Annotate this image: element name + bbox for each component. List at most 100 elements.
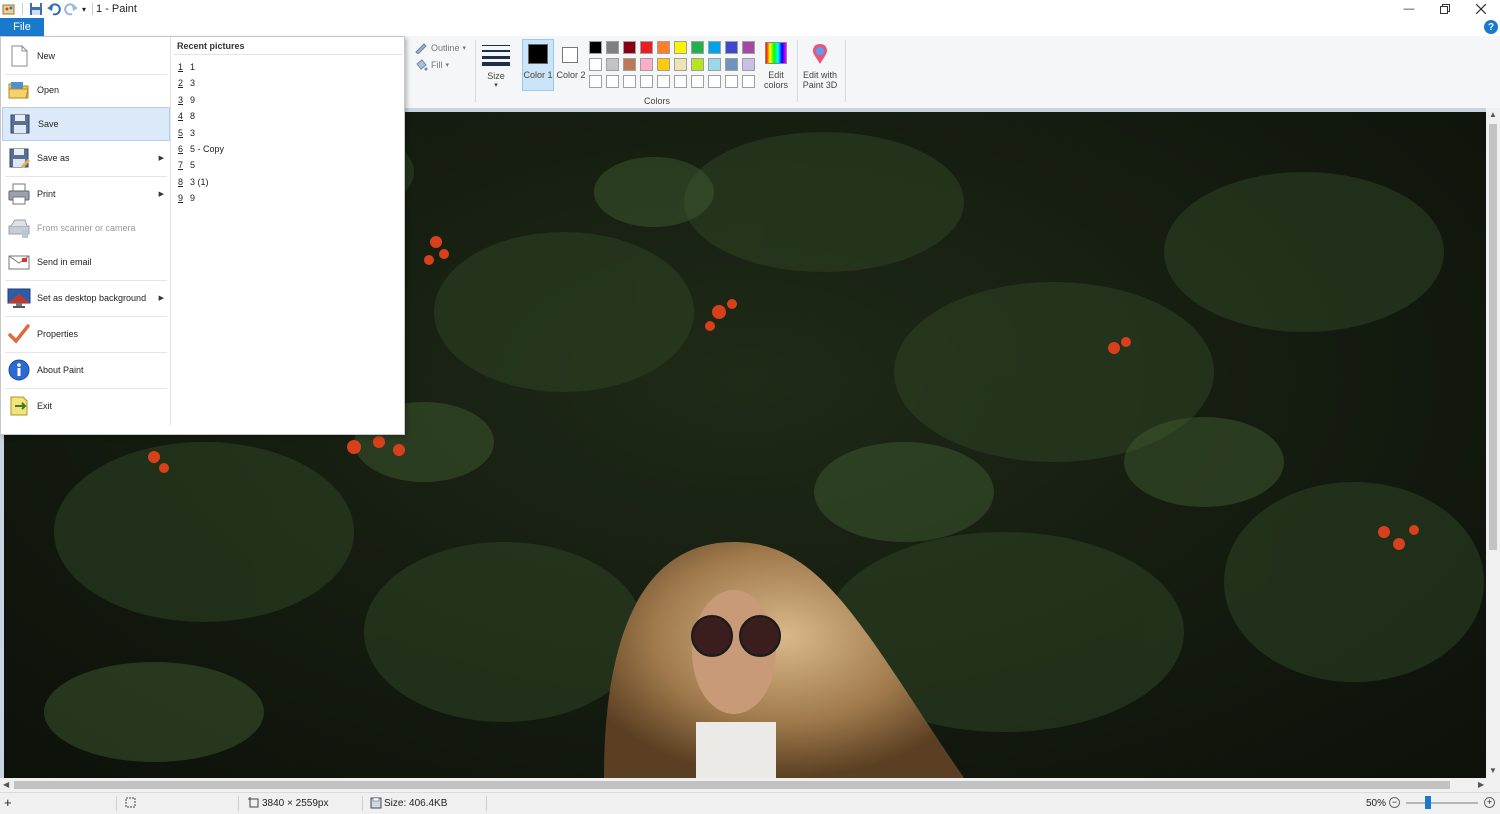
zoom-out-button[interactable]: − (1389, 797, 1400, 808)
palette-swatch[interactable] (691, 75, 704, 88)
palette-swatch[interactable] (657, 75, 670, 88)
color1-button[interactable]: Color 1 (522, 39, 554, 91)
recent-picture-item[interactable]: 53 (178, 126, 195, 140)
close-button[interactable] (1464, 0, 1498, 18)
color2-button[interactable]: Color 2 (556, 39, 586, 91)
palette-swatch[interactable] (589, 41, 602, 54)
recent-picture-item[interactable]: 23 (178, 76, 195, 90)
zoom-slider[interactable] (1406, 796, 1478, 809)
quick-access-toolbar: ▾ (2, 1, 94, 17)
fill-button[interactable]: Fill ▾ (414, 59, 449, 71)
recent-picture-number: 2 (178, 78, 184, 89)
horizontal-scrollbar[interactable]: ◀ ▶ (0, 778, 1500, 792)
menu-item-set-desktop-background[interactable]: Set as desktop background ▶ (2, 281, 170, 315)
menu-item-save-as[interactable]: Save as ▶ (2, 141, 170, 175)
palette-swatch[interactable] (708, 75, 721, 88)
plus-icon: + (1486, 797, 1493, 807)
open-folder-icon (8, 82, 29, 99)
menu-item-label: Exit (37, 401, 53, 411)
palette-swatch[interactable] (691, 41, 704, 54)
file-menu: New Open Save Save as ▶ Print ▶ From sca… (0, 36, 405, 435)
palette-swatch[interactable] (725, 75, 738, 88)
restore-button[interactable] (1428, 0, 1462, 18)
vertical-scroll-thumb[interactable] (1489, 124, 1497, 550)
recent-picture-item[interactable]: 8 3 (1) (178, 175, 209, 189)
palette-swatch[interactable] (640, 41, 653, 54)
palette-swatch[interactable] (623, 58, 636, 71)
palette-swatch[interactable] (674, 41, 687, 54)
palette-swatch[interactable] (640, 75, 653, 88)
palette-swatch[interactable] (725, 41, 738, 54)
palette-swatch[interactable] (623, 75, 636, 88)
outline-label: Outline (431, 43, 460, 53)
edit-with-paint3d-button[interactable]: Edit with Paint 3D (800, 39, 840, 93)
recent-picture-name: 5 (190, 160, 196, 171)
undo-icon[interactable] (46, 2, 62, 16)
menu-item-send-email[interactable]: Send in email (2, 245, 170, 279)
recent-picture-item[interactable]: 6 5 - Copy (178, 142, 224, 156)
colors-group-label: Colors (643, 96, 670, 106)
recent-picture-item[interactable]: 39 (178, 93, 195, 107)
file-tab[interactable]: File (0, 18, 44, 36)
palette-swatch[interactable] (606, 58, 619, 71)
customize-toolbar-chevron-icon[interactable]: ▾ (82, 5, 86, 14)
email-icon (8, 255, 30, 270)
horizontal-scroll-thumb[interactable] (14, 781, 1450, 789)
recent-picture-name: 3 (190, 78, 196, 89)
recent-picture-item[interactable]: 11 (178, 60, 195, 74)
recent-picture-item[interactable]: 75 (178, 158, 195, 172)
menu-item-save[interactable]: Save (2, 107, 170, 141)
menu-item-open[interactable]: Open (2, 73, 170, 107)
palette-swatch[interactable] (742, 75, 755, 88)
status-divider (238, 796, 239, 811)
palette-swatch[interactable] (691, 58, 704, 71)
palette-swatch[interactable] (742, 41, 755, 54)
palette-swatch[interactable] (657, 58, 670, 71)
minimize-button[interactable]: — (1392, 0, 1426, 18)
palette-swatch[interactable] (674, 58, 687, 71)
scroll-up-icon[interactable]: ▲ (1489, 110, 1497, 119)
palette-swatch[interactable] (708, 41, 721, 54)
scroll-down-icon[interactable]: ▼ (1489, 766, 1497, 775)
palette-swatch[interactable] (742, 58, 755, 71)
size-button[interactable]: Size ▾ (480, 39, 512, 91)
menu-item-new[interactable]: New (2, 39, 170, 73)
recent-picture-number: 5 (178, 127, 184, 138)
vertical-scrollbar[interactable]: ▲ ▼ (1486, 108, 1500, 778)
scroll-left-icon[interactable]: ◀ (3, 780, 9, 789)
edit-colors-button[interactable]: Edit colors (761, 39, 791, 93)
recent-pictures-divider (174, 54, 402, 55)
recent-picture-item[interactable]: 48 (178, 109, 195, 123)
palette-swatch[interactable] (606, 75, 619, 88)
menu-item-properties[interactable]: Properties (2, 317, 170, 351)
menu-item-print[interactable]: Print ▶ (2, 177, 170, 211)
palette-swatch[interactable] (657, 41, 670, 54)
menu-item-label: New (37, 51, 56, 61)
recent-picture-number: 3 (178, 94, 184, 105)
palette-swatch[interactable] (708, 58, 721, 71)
save-icon[interactable] (29, 2, 43, 16)
palette-swatch[interactable] (606, 41, 619, 54)
help-icon[interactable]: ? (1484, 20, 1498, 34)
title-bar: ▾ 1 - Paint — (0, 0, 1500, 18)
menu-item-exit[interactable]: Exit (2, 389, 170, 423)
palette-swatch[interactable] (725, 58, 738, 71)
zoom-slider-thumb[interactable] (1424, 796, 1431, 809)
fill-label: Fill (431, 60, 443, 70)
recent-picture-item[interactable]: 99 (178, 191, 195, 205)
recent-pictures-title: Recent pictures (177, 41, 245, 51)
color2-swatch (562, 47, 578, 63)
redo-icon[interactable] (63, 2, 79, 16)
palette-swatch[interactable] (589, 75, 602, 88)
printer-icon (8, 183, 30, 205)
recent-picture-name: 3 (1) (190, 176, 209, 187)
palette-swatch[interactable] (640, 58, 653, 71)
palette-swatch[interactable] (674, 75, 687, 88)
palette-swatch[interactable] (589, 58, 602, 71)
scroll-right-icon[interactable]: ▶ (1478, 780, 1484, 789)
outline-button[interactable]: Outline ▾ (414, 42, 466, 54)
menu-item-about-paint[interactable]: About Paint (2, 353, 170, 387)
menu-item-from-scanner[interactable]: From scanner or camera (2, 211, 170, 245)
zoom-in-button[interactable]: + (1484, 797, 1495, 808)
palette-swatch[interactable] (623, 41, 636, 54)
